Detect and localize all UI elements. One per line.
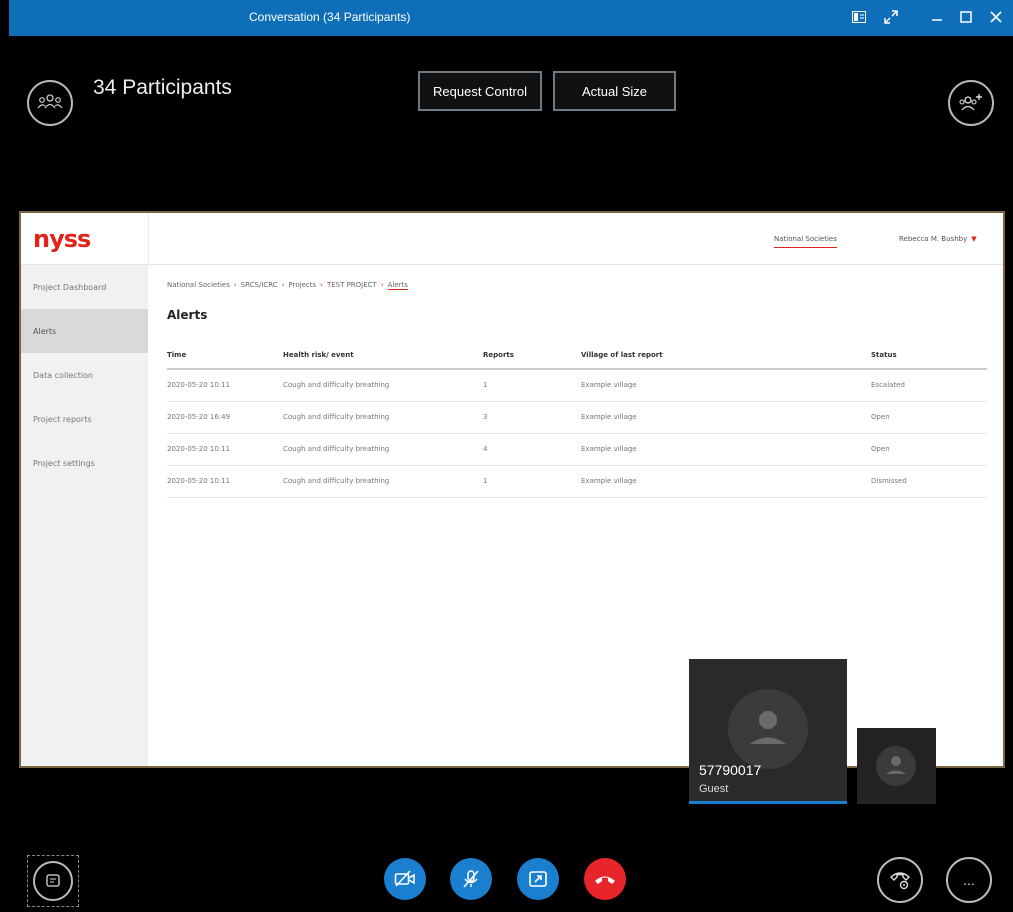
table-row[interactable]: 2020-05-20 16:49 Cough and difficulty br… (167, 401, 987, 434)
chat-button[interactable] (27, 855, 79, 907)
cell-reports: 1 (483, 369, 581, 402)
breadcrumb: National Societies › SRCS/ICRC › Projects › TE… (167, 281, 408, 290)
avatar (876, 746, 916, 786)
request-control-button[interactable]: Request Control (418, 71, 542, 111)
end-call-button[interactable] (584, 858, 626, 900)
participants-count: 34 Participants (93, 76, 232, 99)
fullscreen-icon[interactable] (882, 8, 900, 26)
window-titlebar: Conversation (34 Participants) (9, 0, 1013, 36)
sidebar-item-alerts[interactable]: Alerts (21, 309, 148, 353)
cell-health-risk: Cough and difficulty breathing (283, 401, 483, 434)
cell-health-risk: Cough and difficulty breathing (283, 369, 483, 402)
table-row[interactable]: 2020-05-20 10:11 Cough and difficulty br… (167, 465, 987, 498)
add-participant-icon[interactable] (948, 80, 994, 126)
avatar (728, 689, 808, 769)
breadcrumb-item[interactable]: National Societies (167, 281, 230, 289)
shared-screen: nyss National Societies Rebecca M. Bushb… (19, 211, 1005, 768)
sidebar-item-project-settings[interactable]: Project settings (21, 441, 148, 485)
app-logo: nyss (33, 225, 91, 253)
mute-button[interactable] (450, 858, 492, 900)
user-name: Rebecca M. Bushby (899, 235, 968, 243)
window-title: Conversation (34 Participants) (249, 10, 411, 24)
participant-video-tile[interactable]: 57790017 Guest (689, 659, 847, 804)
cell-status: Escalated (871, 369, 987, 402)
breadcrumb-item[interactable]: TEST PROJECT (327, 281, 377, 289)
maximize-icon[interactable] (957, 8, 975, 26)
cell-status: Dismissed (871, 465, 987, 498)
app-header: nyss National Societies Rebecca M. Bushb… (21, 213, 1003, 265)
sidebar-item-data-collection[interactable]: Data collection (21, 353, 148, 397)
mic-off-icon (463, 870, 479, 888)
user-menu[interactable]: Rebecca M. Bushby ▼ (899, 235, 977, 243)
cell-health-risk: Cough and difficulty breathing (283, 433, 483, 466)
cell-status: Open (871, 433, 987, 466)
header-divider (148, 213, 149, 265)
breadcrumb-item[interactable]: SRCS/ICRC (241, 281, 278, 289)
sidebar-item-project-reports[interactable]: Project reports (21, 397, 148, 441)
cell-reports: 4 (483, 433, 581, 466)
minimize-icon[interactable] (928, 8, 946, 26)
breadcrumb-item[interactable]: Projects (289, 281, 317, 289)
cell-health-risk: Cough and difficulty breathing (283, 465, 483, 498)
cell-reports: 3 (483, 401, 581, 434)
cell-time: 2020-05-20 10:11 (167, 433, 283, 466)
video-toggle-button[interactable] (384, 858, 426, 900)
table-row[interactable]: 2020-05-20 10:11 Cough and difficulty br… (167, 433, 987, 466)
table-row[interactable]: 2020-05-20 10:11 Cough and difficulty br… (167, 369, 987, 402)
column-header: Reports (483, 341, 581, 370)
cell-village: Example village (581, 401, 871, 434)
active-speaker-bar (689, 801, 847, 804)
cell-time: 2020-05-20 16:49 (167, 401, 283, 434)
column-header: Time (167, 341, 283, 370)
app-main: National Societies › SRCS/ICRC › Projects › TE… (167, 265, 987, 766)
self-video-tile[interactable] (857, 728, 936, 804)
app-sidebar: Project Dashboard Alerts Data collection… (21, 265, 148, 766)
cell-village: Example village (581, 369, 871, 402)
participants-icon[interactable] (27, 80, 73, 126)
phone-settings-icon (889, 872, 911, 890)
hang-up-icon (595, 876, 615, 884)
cell-village: Example village (581, 465, 871, 498)
cell-status: Open (871, 401, 987, 434)
column-header: Health risk/ event (283, 341, 483, 370)
cell-village: Example village (581, 433, 871, 466)
breadcrumb-current: Alerts (387, 281, 408, 290)
cell-time: 2020-05-20 10:11 (167, 369, 283, 402)
participant-role: Guest (699, 783, 729, 795)
column-header: Status (871, 341, 987, 370)
participant-name: 57790017 (699, 762, 762, 778)
sidebar-item-project-dashboard[interactable]: Project Dashboard (21, 265, 148, 309)
call-settings-button[interactable] (877, 857, 923, 903)
alerts-table: Time Health risk/ event Reports Village … (167, 341, 987, 498)
more-icon: ... (963, 872, 975, 888)
split-view-icon[interactable] (850, 8, 868, 26)
more-options-button[interactable]: ... (946, 857, 992, 903)
national-societies-link[interactable]: National Societies (774, 235, 837, 248)
cell-time: 2020-05-20 10:11 (167, 465, 283, 498)
page-title: Alerts (167, 308, 208, 322)
close-icon[interactable] (987, 8, 1005, 26)
column-header: Village of last report (581, 341, 871, 370)
share-icon (529, 871, 547, 887)
caret-down-icon: ▼ (971, 235, 977, 243)
cell-reports: 1 (483, 465, 581, 498)
video-off-icon (394, 870, 415, 887)
table-header-row: Time Health risk/ event Reports Village … (167, 341, 987, 370)
share-screen-button[interactable] (517, 858, 559, 900)
chat-icon (33, 861, 73, 901)
actual-size-button[interactable]: Actual Size (553, 71, 676, 111)
